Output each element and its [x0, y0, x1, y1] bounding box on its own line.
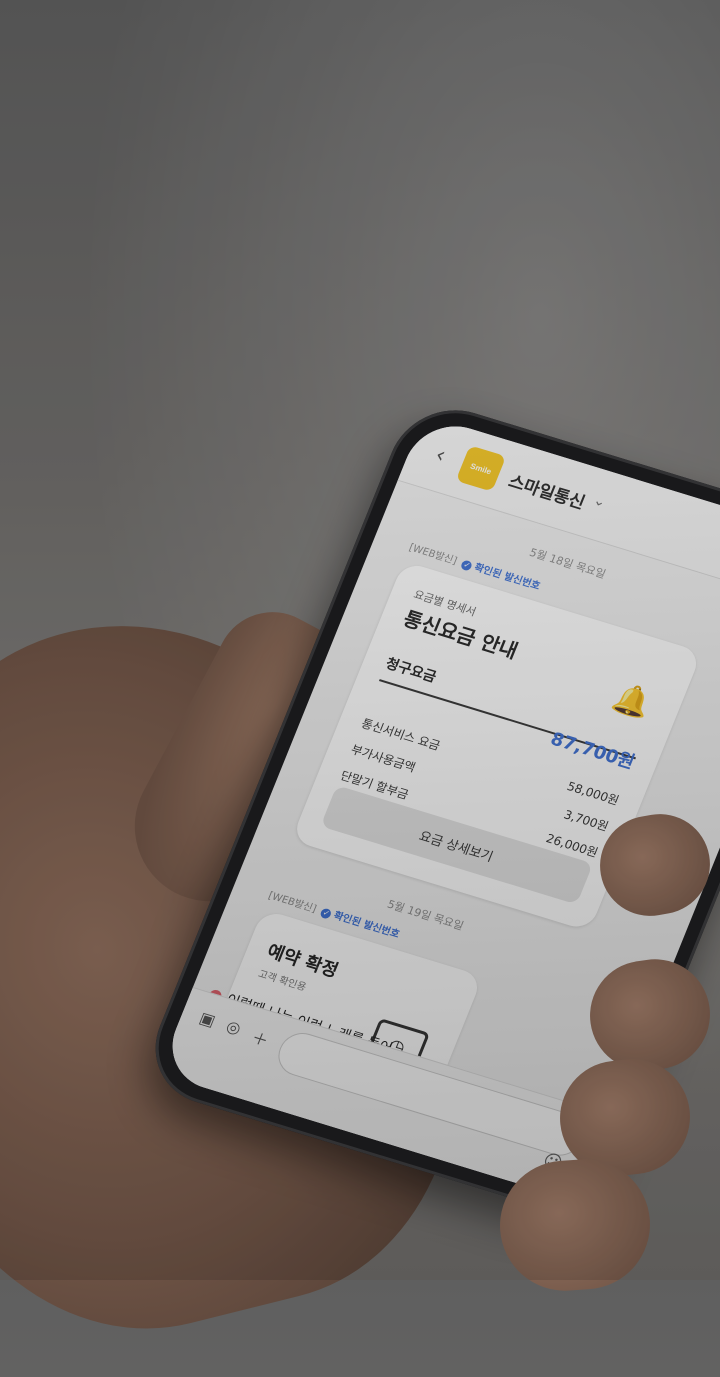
bell-icon: 🔔: [607, 679, 657, 724]
charge-amount: 3,700원: [561, 807, 611, 834]
back-icon[interactable]: ‹: [431, 443, 449, 469]
verified-icon: ✓: [460, 559, 474, 572]
web-tag: [WEB발신]: [407, 542, 459, 568]
gallery-icon[interactable]: ▣: [197, 1008, 219, 1030]
date-divider: 5월 18일 목요일: [527, 545, 608, 581]
logo-text: Smile: [469, 461, 493, 476]
sender-logo: Smile: [455, 445, 507, 492]
total-amount: 87,700원: [547, 728, 638, 774]
verified-icon: ✓: [319, 907, 333, 920]
plus-icon[interactable]: ＋: [248, 1024, 272, 1051]
chevron-down-icon[interactable]: ⌄: [591, 492, 608, 510]
camera-icon[interactable]: ◎: [223, 1016, 244, 1038]
sender-name[interactable]: 스마일통신: [505, 467, 589, 513]
web-tag: [WEB발신]: [266, 890, 318, 916]
charge-amount: 58,000원: [564, 779, 621, 808]
